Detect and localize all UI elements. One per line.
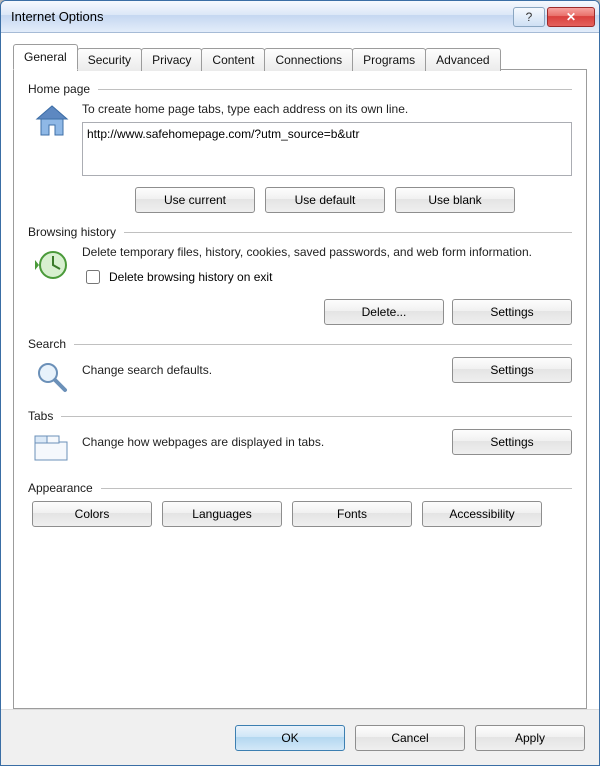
tabs-desc: Change how webpages are displayed in tab… bbox=[82, 435, 442, 449]
group-homepage: Home page To create home page tabs, type… bbox=[28, 82, 572, 213]
divider bbox=[98, 89, 572, 90]
use-blank-button[interactable]: Use blank bbox=[395, 187, 515, 213]
homepage-input[interactable] bbox=[82, 122, 572, 176]
home-icon bbox=[32, 102, 72, 142]
homepage-legend: Home page bbox=[28, 82, 90, 96]
divider bbox=[124, 232, 572, 233]
group-header-tabs: Tabs bbox=[28, 409, 572, 423]
history-legend: Browsing history bbox=[28, 225, 116, 239]
dialog-footer: OK Cancel Apply bbox=[1, 709, 599, 765]
history-desc: Delete temporary files, history, cookies… bbox=[82, 245, 572, 259]
close-button[interactable]: ✕ bbox=[547, 7, 595, 27]
homepage-desc: To create home page tabs, type each addr… bbox=[82, 102, 572, 116]
group-tabs: Tabs Change how webpages are displayed i… bbox=[28, 409, 572, 469]
group-appearance: Appearance Colors Languages Fonts Access… bbox=[28, 481, 572, 527]
group-header-homepage: Home page bbox=[28, 82, 572, 96]
tab-privacy[interactable]: Privacy bbox=[141, 48, 202, 71]
tabs-legend: Tabs bbox=[28, 409, 53, 423]
window-title: Internet Options bbox=[11, 9, 511, 24]
divider bbox=[101, 488, 572, 489]
search-settings-button[interactable]: Settings bbox=[452, 357, 572, 383]
tab-advanced[interactable]: Advanced bbox=[425, 48, 500, 71]
group-header-appearance: Appearance bbox=[28, 481, 572, 495]
languages-button[interactable]: Languages bbox=[162, 501, 282, 527]
client-area: General Security Privacy Content Connect… bbox=[1, 33, 599, 709]
tab-connections[interactable]: Connections bbox=[264, 48, 353, 71]
tab-security[interactable]: Security bbox=[77, 48, 142, 71]
internet-options-window: Internet Options ? ✕ General Security Pr… bbox=[0, 0, 600, 766]
titlebar[interactable]: Internet Options ? ✕ bbox=[1, 1, 599, 33]
divider bbox=[74, 344, 572, 345]
appearance-legend: Appearance bbox=[28, 481, 93, 495]
tabstrip: General Security Privacy Content Connect… bbox=[13, 44, 587, 70]
history-delete-button[interactable]: Delete... bbox=[324, 299, 444, 325]
group-history: Browsing history Delete temporary files,… bbox=[28, 225, 572, 325]
use-default-button[interactable]: Use default bbox=[265, 187, 385, 213]
accessibility-button[interactable]: Accessibility bbox=[422, 501, 542, 527]
tabs-settings-button[interactable]: Settings bbox=[452, 429, 572, 455]
delete-on-exit-checkbox[interactable] bbox=[86, 270, 100, 284]
divider bbox=[61, 416, 572, 417]
tabpanel-general: Home page To create home page tabs, type… bbox=[13, 69, 587, 709]
group-search: Search Change search defaults. Settings bbox=[28, 337, 572, 397]
group-header-history: Browsing history bbox=[28, 225, 572, 239]
group-header-search: Search bbox=[28, 337, 572, 351]
cancel-button[interactable]: Cancel bbox=[355, 725, 465, 751]
help-icon: ? bbox=[526, 10, 533, 24]
tab-programs[interactable]: Programs bbox=[352, 48, 426, 71]
history-icon bbox=[32, 245, 72, 285]
ok-button[interactable]: OK bbox=[235, 725, 345, 751]
help-button[interactable]: ? bbox=[513, 7, 545, 27]
tab-general[interactable]: General bbox=[13, 44, 78, 70]
use-current-button[interactable]: Use current bbox=[135, 187, 255, 213]
search-icon bbox=[32, 357, 72, 397]
tab-content[interactable]: Content bbox=[201, 48, 265, 71]
history-settings-button[interactable]: Settings bbox=[452, 299, 572, 325]
colors-button[interactable]: Colors bbox=[32, 501, 152, 527]
delete-on-exit-label: Delete browsing history on exit bbox=[109, 270, 272, 284]
search-legend: Search bbox=[28, 337, 66, 351]
fonts-button[interactable]: Fonts bbox=[292, 501, 412, 527]
close-icon: ✕ bbox=[566, 10, 576, 24]
search-desc: Change search defaults. bbox=[82, 363, 442, 377]
apply-button[interactable]: Apply bbox=[475, 725, 585, 751]
tabs-icon bbox=[32, 429, 72, 469]
